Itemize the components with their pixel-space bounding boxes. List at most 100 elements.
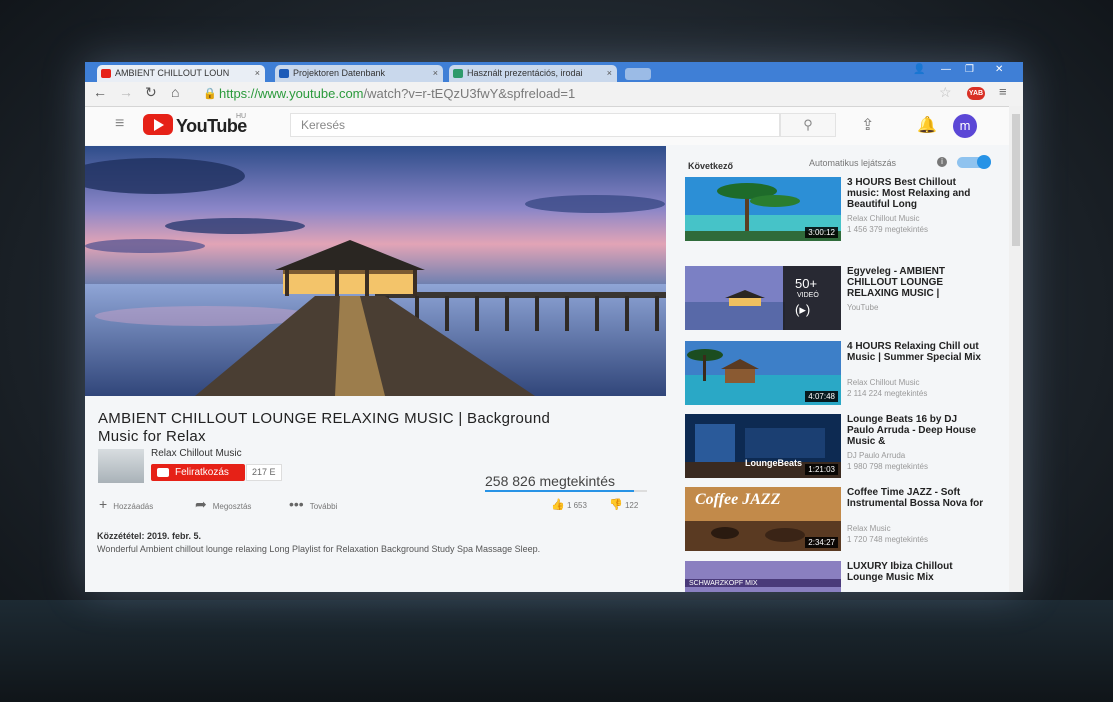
recommended-video[interactable]: Coffee JAZZ 2:34:27 Coffee Time JAZZ - S… (685, 487, 1005, 553)
recommended-title: 4 HOURS Relaxing Chill out Music | Summe… (847, 341, 981, 363)
url-origin: https://www.youtube.com (219, 86, 364, 101)
thumbs-down-icon: 👎 (609, 499, 623, 511)
like-button[interactable]: 👍 1 653 (551, 498, 587, 511)
new-tab-button[interactable] (625, 68, 651, 80)
notifications-bell-icon[interactable]: 🔔 (917, 115, 937, 135)
video-thumbnail[interactable]: Coffee JAZZ 2:34:27 (685, 487, 841, 551)
recommended-title: 3 HOURS Best Chillout music: Most Relaxi… (847, 177, 971, 210)
site-favicon-icon (453, 69, 463, 78)
youtube-header: ≡ YouTube HU Keresés ⚲ ⇪ 🔔 m (85, 107, 1023, 145)
video-thumbnail[interactable]: SCHWARZKOPF MIX (685, 561, 841, 592)
more-button[interactable]: ••• További (289, 496, 337, 512)
channel-thumbnail[interactable] (98, 449, 144, 483)
tab-close-icon[interactable]: × (433, 65, 438, 82)
back-arrow-icon[interactable]: ← (93, 84, 107, 100)
tab-projektoren[interactable]: Projektoren Datenbank × (275, 65, 443, 82)
dislike-count: 122 (624, 501, 639, 510)
hamburger-menu-icon[interactable]: ≡ (115, 115, 124, 133)
room-floor (0, 600, 1113, 702)
recommended-views: 1 980 798 megtekintés (847, 462, 928, 471)
video-thumbnail[interactable]: 4:07:48 (685, 341, 841, 405)
dislike-button[interactable]: 👎 122 (609, 498, 638, 511)
tab-label: Használt prezentációs, irodai (467, 68, 583, 78)
youtube-logo-icon[interactable] (143, 114, 173, 135)
thumbnail-text: Coffee JAZZ (695, 491, 781, 508)
subscriber-count: 217 E (246, 464, 282, 481)
recommended-channel: Relax Chillout Music (847, 214, 920, 223)
avatar[interactable]: m (953, 114, 977, 138)
search-input[interactable]: Keresés (290, 113, 780, 137)
thumbs-up-icon: 👍 (551, 499, 565, 511)
duration-badge: 4:07:48 (805, 391, 838, 402)
url-path: /watch?v=r-tEQzU3fwY&spfreload=1 (363, 86, 576, 101)
close-window-icon[interactable]: ✕ (995, 64, 1003, 75)
video-player[interactable] (85, 146, 666, 396)
tab-label: Projektoren Datenbank (293, 68, 386, 78)
recommended-title: Coffee Time JAZZ - Soft Instrumental Bos… (847, 487, 984, 509)
recommended-title: Lounge Beats 16 by DJ Paulo Arruda - Dee… (847, 414, 977, 447)
mix-label: VIDEÓ (797, 292, 819, 299)
profile-icon[interactable]: 👤 (913, 64, 925, 75)
reload-icon[interactable]: ↻ (145, 84, 157, 101)
recommended-video[interactable]: SCHWARZKOPF MIX LUXURY Ibiza Chillout Lo… (685, 561, 1005, 592)
subscribe-button[interactable]: Feliratkozás (151, 464, 245, 481)
search-placeholder: Keresés (301, 118, 346, 132)
address-bar[interactable]: 🔒 https://www.youtube.com/watch?v=r-tEQz… (197, 85, 957, 103)
recommended-channel: YouTube (847, 303, 879, 312)
autoplay-toggle[interactable] (957, 155, 991, 169)
share-label: Megosztás (212, 502, 252, 511)
region-code: HU (236, 113, 247, 120)
recommended-views: 1 720 748 megtekintés (847, 535, 928, 544)
video-thumbnail[interactable]: 50+ VIDEÓ (▸) (685, 266, 841, 330)
tab-close-icon[interactable]: × (255, 65, 260, 82)
recommended-video[interactable]: 4:07:48 4 HOURS Relaxing Chill out Music… (685, 341, 1005, 407)
forward-arrow-icon[interactable]: → (119, 84, 133, 100)
add-to-button[interactable]: + Hozzáadás (99, 496, 153, 512)
publish-date: Közzététel: 2019. febr. 5. (97, 531, 202, 541)
youtube-favicon-icon (101, 69, 111, 78)
video-thumbnail[interactable]: 3:00:12 (685, 177, 841, 241)
lock-icon: 🔒 (203, 88, 217, 100)
youtube-mini-icon (157, 468, 169, 477)
tab-hasznalt[interactable]: Használt prezentációs, irodai × (449, 65, 617, 82)
page-scrollbar[interactable] (1009, 106, 1023, 592)
recommended-meta: Relax Chillout Music 1 456 379 megtekinté… (847, 213, 987, 235)
more-label: További (309, 502, 338, 511)
share-button[interactable]: ➦ Megosztás (195, 496, 251, 513)
url-text: https://www.youtube.com/watch?v=r-tEQzU3… (219, 85, 575, 103)
search-button[interactable]: ⚲ (780, 113, 836, 137)
extension-badge[interactable]: YAB (967, 87, 985, 100)
recommended-views: 1 456 379 megtekintés (847, 225, 928, 234)
subscribe-label: Feliratkozás (175, 467, 229, 478)
recommended-meta: Relax Chillout Music 2 114 224 megtekinté… (847, 377, 987, 399)
like-ratio-fill (485, 490, 635, 492)
tab-close-icon[interactable]: × (607, 65, 612, 82)
video-thumbnail[interactable]: LoungeBeats 1:21:03 (685, 414, 841, 478)
home-icon[interactable]: ⌂ (171, 84, 179, 100)
info-icon[interactable]: i (937, 157, 947, 167)
tab-label: AMBIENT CHILLOUT LOUN (115, 68, 230, 78)
recommended-video[interactable]: LoungeBeats 1:21:03 Lounge Beats 16 by D… (685, 414, 1005, 480)
upload-icon[interactable]: ⇪ (861, 115, 874, 135)
recommended-mix[interactable]: 50+ VIDEÓ (▸) Egyveleg - AMBIENT CHILLOU… (685, 266, 1005, 332)
bookmark-star-icon[interactable]: ☆ (939, 84, 952, 101)
recommended-meta: YouTube (847, 302, 987, 313)
minimize-icon[interactable]: — (941, 64, 951, 75)
mix-count: 50+ (795, 276, 818, 291)
video-description: Wonderful Ambient chillout lounge relaxi… (97, 544, 541, 554)
video-frame-pier-sunset (85, 146, 666, 396)
restore-icon[interactable]: ❐ (965, 64, 974, 75)
chrome-menu-icon[interactable]: ≡ (999, 84, 1007, 99)
channel-name[interactable]: Relax Chillout Music (151, 448, 242, 459)
recommended-views: 2 114 224 megtekintés (847, 389, 928, 398)
more-dots-icon: ••• (289, 496, 304, 512)
plus-icon: + (99, 496, 108, 512)
view-count: 258 826 megtekintés (485, 473, 615, 489)
search-icon: ⚲ (803, 117, 813, 132)
thumbnail-text: LoungeBeats (745, 458, 803, 468)
recommended-video[interactable]: 3:00:12 3 HOURS Best Chillout music: Mos… (685, 177, 1005, 243)
tab-youtube[interactable]: AMBIENT CHILLOUT LOUN × (97, 65, 265, 82)
scrollbar-thumb[interactable] (1012, 114, 1020, 246)
browser-toolbar: ← → ↻ ⌂ 🔒 https://www.youtube.com/watch?… (85, 82, 1023, 107)
share-arrow-icon: ➦ (195, 496, 207, 512)
